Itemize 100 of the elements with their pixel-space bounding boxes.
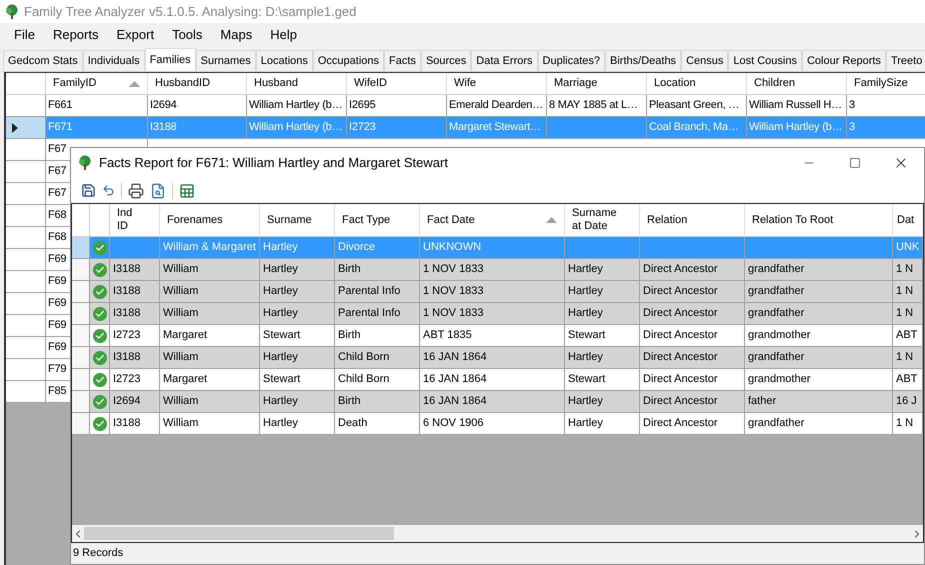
- table-cell: Stewart: [260, 325, 335, 346]
- table-cell: Birth: [335, 259, 420, 280]
- table-cell: Hartley: [260, 303, 335, 324]
- undo-icon[interactable]: [102, 184, 115, 197]
- table-cell: Hartley: [565, 281, 640, 302]
- table-cell: William & Margaret: [160, 237, 260, 258]
- tab[interactable]: Individuals: [82, 50, 145, 71]
- table-cell: F661: [46, 95, 148, 116]
- maximize-icon[interactable]: [849, 157, 861, 169]
- column-header[interactable]: FamilyID: [46, 73, 148, 94]
- table-cell: Hartley: [565, 303, 640, 324]
- column-header[interactable]: Relation To Root: [745, 204, 893, 236]
- table-cell: UNKNOWN: [420, 237, 565, 258]
- column-header[interactable]: Children: [747, 73, 847, 94]
- table-cell: Hartley: [260, 347, 335, 368]
- table-cell: Child Born: [335, 369, 420, 390]
- column-header[interactable]: Ind ID: [110, 204, 160, 236]
- table-cell: Death: [335, 413, 420, 434]
- save-icon[interactable]: [81, 183, 96, 198]
- column-header[interactable]: Fact Type: [335, 204, 420, 236]
- table-cell: Parental Info: [335, 281, 420, 302]
- table-cell: 6 NOV 1906: [420, 413, 565, 434]
- table-cell: Direct Ancestor: [640, 413, 745, 434]
- menu-item[interactable]: Reports: [44, 25, 108, 45]
- table-cell: grandfather: [745, 259, 893, 280]
- scrollbar-thumb[interactable]: [84, 527, 394, 540]
- column-header[interactable]: HusbandID: [148, 73, 247, 94]
- menu-item[interactable]: Help: [261, 25, 306, 45]
- table-cell: grandfather: [745, 413, 893, 434]
- column-header[interactable]: Fact Date: [420, 204, 565, 236]
- table-cell: I3188: [148, 117, 247, 138]
- menu-item[interactable]: File: [5, 25, 44, 45]
- table-cell: grandfather: [745, 347, 893, 368]
- table-cell: Hartley: [260, 259, 335, 280]
- table-cell: 8 MAY 1885 at L…: [547, 95, 647, 116]
- sort-icon: [546, 217, 557, 223]
- table-cell: Hartley: [260, 413, 335, 434]
- column-header[interactable]: Dat: [893, 204, 923, 236]
- table-cell: I3188: [110, 259, 160, 280]
- horizontal-scrollbar[interactable]: [72, 525, 923, 542]
- table-cell: ABT 1835: [420, 325, 565, 346]
- table-cell: 16 J: [893, 391, 923, 412]
- table-cell: Direct Ancestor: [640, 325, 745, 346]
- table-cell: Hartley: [565, 347, 640, 368]
- print-icon[interactable]: [128, 182, 144, 198]
- table-cell: I2723: [347, 117, 447, 138]
- check-icon: [92, 240, 106, 254]
- row-header[interactable]: [6, 117, 46, 138]
- column-header[interactable]: WifeID: [347, 73, 447, 94]
- table-cell: William Hartley (b…: [247, 95, 347, 116]
- check-icon: [92, 372, 106, 386]
- tab[interactable]: Data Errors: [471, 50, 538, 71]
- table-cell: father: [745, 391, 893, 412]
- column-header[interactable]: FamilySize: [847, 73, 925, 94]
- tab[interactable]: Families: [144, 48, 196, 71]
- tab[interactable]: Surnames: [196, 50, 256, 71]
- window-title: Family Tree Analyzer v5.1.0.5. Analysing: D:\sample1.ged: [24, 2, 356, 21]
- tab[interactable]: Colour Reports: [802, 50, 886, 71]
- tab[interactable]: Census: [681, 50, 728, 71]
- table-cell: 1 N: [893, 303, 923, 324]
- column-header[interactable]: Marriage: [547, 73, 647, 94]
- table-cell: Margaret Stewart…: [447, 117, 547, 138]
- column-header[interactable]: Location: [647, 73, 747, 94]
- spreadsheet-icon[interactable]: [179, 182, 195, 198]
- tab[interactable]: Locations: [256, 50, 313, 71]
- table-cell: 16 JAN 1864: [420, 347, 565, 368]
- table-cell: Direct Ancestor: [640, 281, 745, 302]
- column-header[interactable]: Relation: [640, 204, 745, 236]
- table-cell: 1 NOV 1833: [420, 303, 565, 324]
- table-cell: I3188: [110, 303, 160, 324]
- tab[interactable]: Births/Deaths: [605, 50, 682, 71]
- tab[interactable]: Gedcom Stats: [3, 50, 83, 71]
- menu-item[interactable]: Tools: [163, 25, 212, 45]
- menu-item[interactable]: Export: [107, 25, 164, 45]
- table-cell: grandmother: [745, 369, 893, 390]
- menu-item[interactable]: Maps: [211, 25, 262, 45]
- tab[interactable]: Facts: [384, 50, 421, 71]
- table-cell: William: [160, 303, 260, 324]
- column-header[interactable]: Surname: [260, 204, 335, 236]
- table-cell: Stewart: [565, 325, 640, 346]
- table-cell: William Russell H…: [747, 95, 847, 116]
- table-cell: Hartley: [260, 237, 335, 258]
- tab[interactable]: Sources: [420, 50, 472, 71]
- table-cell: I2695: [347, 95, 447, 116]
- table-cell: I3188: [110, 281, 160, 302]
- tab[interactable]: Duplicates?: [538, 50, 606, 71]
- tab[interactable]: Treeto: [886, 50, 925, 71]
- tab[interactable]: Lost Cousins: [728, 50, 802, 71]
- tab[interactable]: Occupations: [312, 50, 384, 71]
- table-cell: William Hartley (b…: [747, 117, 847, 138]
- table-cell: Direct Ancestor: [640, 391, 745, 412]
- column-header[interactable]: Wife: [447, 73, 547, 94]
- check-icon: [92, 284, 106, 298]
- column-header[interactable]: Surname at Date: [565, 204, 640, 236]
- table-cell: 16 JAN 1864: [420, 369, 565, 390]
- table-cell: William: [160, 347, 260, 368]
- column-header[interactable]: Husband: [247, 73, 347, 94]
- preview-icon[interactable]: [150, 182, 166, 198]
- column-header[interactable]: Forenames: [160, 204, 260, 236]
- check-icon: [92, 350, 106, 364]
